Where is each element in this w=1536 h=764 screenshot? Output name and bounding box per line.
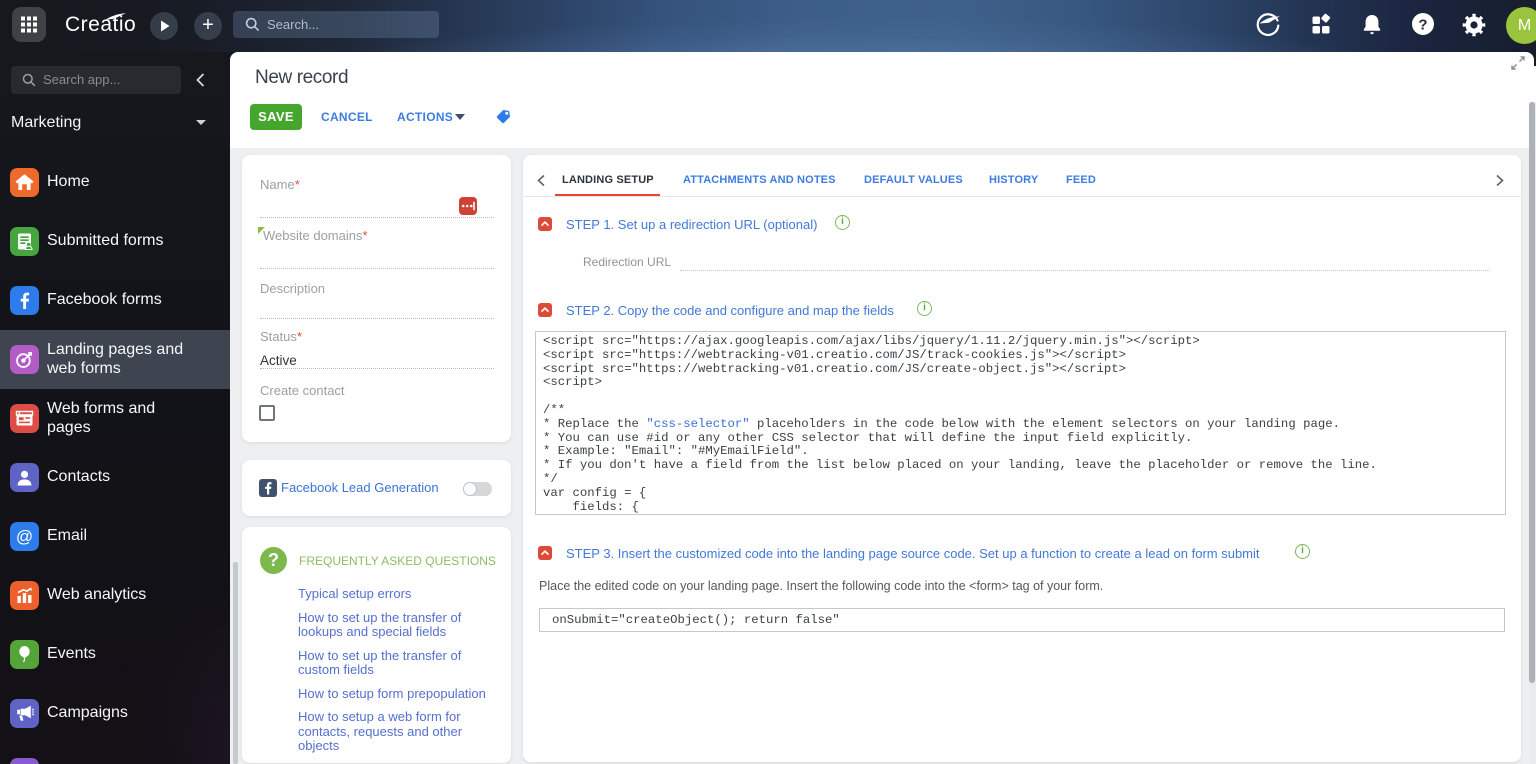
svg-text:?: ? bbox=[1418, 17, 1427, 34]
svg-text:@: @ bbox=[16, 527, 33, 546]
